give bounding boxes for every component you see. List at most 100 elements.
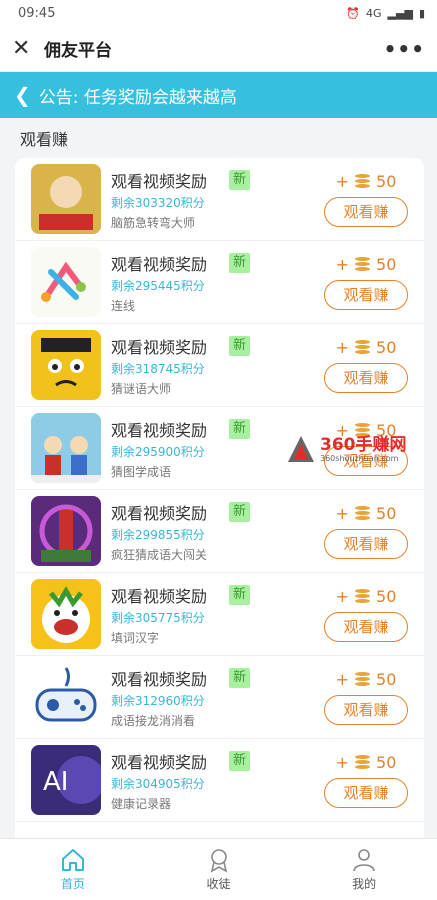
game-thumbnail	[31, 496, 101, 566]
coin-stack-icon	[355, 589, 371, 603]
game-thumbnail	[31, 247, 101, 317]
coin-stack-icon	[355, 340, 371, 354]
new-badge: 新	[229, 501, 251, 522]
section-title: 观看赚	[20, 130, 69, 149]
new-badge: 新	[229, 667, 251, 688]
reward-area: + 50 观看赚	[320, 670, 412, 725]
game-name: 猜谜语大师	[111, 381, 172, 396]
game-name: 健康记录器	[111, 796, 172, 811]
game-thumbnail: AI	[31, 745, 101, 815]
remaining-points: 剩余305775积分	[111, 610, 205, 625]
task-title: 观看视频奖励	[111, 420, 208, 440]
back-chevron-icon[interactable]: ❮	[14, 85, 31, 105]
task-list: 观看视频奖励 新 剩余303320积分 脑筋急转弯大师 + 50 观看赚 观看视…	[15, 158, 424, 838]
task-title: 观看视频奖励	[111, 586, 208, 606]
coin-stack-icon	[355, 672, 371, 686]
coin-stack-icon	[355, 174, 371, 188]
task-title: 观看视频奖励	[111, 503, 208, 523]
task-item[interactable]: 观看视频奖励 新 剩余303320积分 脑筋急转弯大师 + 50 观看赚	[15, 158, 424, 241]
game-name: 疯狂猜成语大闯关	[111, 547, 208, 562]
game-name: 成语接龙消消看	[111, 713, 196, 728]
reward-amount: 50	[376, 669, 397, 689]
battery-icon: ▮	[418, 6, 425, 20]
watermark-main: 360手赚网	[320, 434, 407, 455]
task-item[interactable]: 观看视频奖励 新 剩余299855积分 疯狂猜成语大闯关 + 50 观看赚	[15, 490, 424, 573]
reward-amount: 50	[376, 586, 397, 606]
svg-text:AI: AI	[43, 767, 68, 797]
reward-prefix: +	[335, 669, 350, 689]
reward: + 50	[336, 338, 397, 357]
game-name: 脑筋急转弯大师	[111, 215, 196, 230]
watermark: 360手赚网 360shouzhuan.com	[286, 432, 416, 466]
tab-mine[interactable]: 我的	[291, 839, 437, 900]
tab-home[interactable]: 首页	[0, 839, 146, 900]
new-badge: 新	[229, 335, 251, 356]
page-title: 佣友平台	[44, 41, 112, 61]
task-item[interactable]: 观看视频奖励 新 剩余295445积分 连线 + 50 观看赚	[15, 241, 424, 324]
task-item[interactable]: 观看视频奖励 新 剩余318745积分 猜谜语大师 + 50 观看赚	[15, 324, 424, 407]
game-name: 连线	[111, 298, 136, 313]
reward-prefix: +	[335, 586, 350, 606]
coin-stack-icon	[355, 755, 371, 769]
reward: + 50	[336, 587, 397, 606]
status-icons: ⏰ 4G ▂▄▆ ▮	[346, 7, 425, 20]
reward-amount: 50	[376, 503, 397, 523]
reward-prefix: +	[335, 171, 350, 191]
more-icon[interactable]: •••	[384, 37, 425, 61]
watermark-logo-icon	[288, 436, 314, 462]
watch-earn-button[interactable]: 观看赚	[324, 196, 408, 227]
reward-prefix: +	[335, 503, 350, 523]
reward-area: + 50 观看赚	[320, 172, 412, 227]
tab-collect[interactable]: 收徒	[146, 839, 292, 900]
reward: + 50	[336, 670, 397, 689]
watch-earn-button[interactable]: 观看赚	[324, 362, 408, 393]
task-title: 观看视频奖励	[111, 254, 208, 274]
task-info: 观看视频奖励 新 剩余299855积分 疯狂猜成语大闯关	[111, 500, 320, 563]
tab-home-label: 首页	[60, 877, 85, 891]
reward-amount: 50	[376, 254, 397, 274]
reward: + 50	[336, 255, 397, 274]
bottom-tabbar: 首页 收徒 我的	[0, 838, 437, 900]
close-icon[interactable]: ✕	[12, 37, 40, 60]
task-item[interactable]: 观看视频奖励 新 剩余312960积分 成语接龙消消看 + 50 观看赚	[15, 656, 424, 739]
task-info: 观看视频奖励 新 剩余303320积分 脑筋急转弯大师	[111, 168, 320, 231]
watermark-sub: 360shouzhuan.com	[320, 453, 399, 463]
reward-amount: 50	[376, 171, 397, 191]
coin-stack-icon	[355, 506, 371, 520]
game-thumbnail	[31, 579, 101, 649]
task-item[interactable]: AI 观看视频奖励 新 剩余304905积分 健康记录器 + 50 观看赚	[15, 739, 424, 822]
nav-bar: ✕ 佣友平台 •••	[0, 26, 437, 72]
reward-area: + 50 观看赚	[320, 587, 412, 642]
announcement-bar[interactable]: ❮ 公告: 任务奖励会越来越高	[0, 72, 437, 118]
watch-earn-button[interactable]: 观看赚	[324, 694, 408, 725]
task-info: 观看视频奖励 新 剩余304905积分 健康记录器	[111, 749, 320, 812]
new-badge: 新	[229, 169, 251, 190]
game-thumbnail	[31, 330, 101, 400]
reward-prefix: +	[335, 752, 350, 772]
reward-prefix: +	[335, 337, 350, 357]
remaining-points: 剩余299855积分	[111, 527, 205, 542]
signal-icon: ▂▄▆	[387, 6, 413, 20]
network-label: 4G	[366, 6, 382, 20]
game-thumbnail	[31, 413, 101, 483]
status-time: 09:45	[18, 5, 56, 21]
task-item[interactable]: 观看视频奖励 新 剩余305775积分 填词汉字 + 50 观看赚	[15, 573, 424, 656]
task-title: 观看视频奖励	[111, 337, 208, 357]
task-info: 观看视频奖励 新 剩余305775积分 填词汉字	[111, 583, 320, 646]
watch-earn-button[interactable]: 观看赚	[324, 528, 408, 559]
reward: + 50	[336, 172, 397, 191]
user-icon	[353, 849, 375, 872]
remaining-points: 剩余303320积分	[111, 195, 205, 210]
reward: + 50	[336, 753, 397, 772]
reward-amount: 50	[376, 337, 397, 357]
new-badge: 新	[229, 418, 251, 439]
reward-area: + 50 观看赚	[320, 338, 412, 393]
announcement-text: 公告: 任务奖励会越来越高	[38, 87, 237, 108]
remaining-points: 剩余312960积分	[111, 693, 205, 708]
watch-earn-button[interactable]: 观看赚	[324, 279, 408, 310]
watch-earn-button[interactable]: 观看赚	[324, 611, 408, 642]
watch-earn-button[interactable]: 观看赚	[324, 777, 408, 808]
reward: + 50	[336, 504, 397, 523]
coin-stack-icon	[355, 257, 371, 271]
alarm-icon: ⏰	[346, 6, 361, 20]
